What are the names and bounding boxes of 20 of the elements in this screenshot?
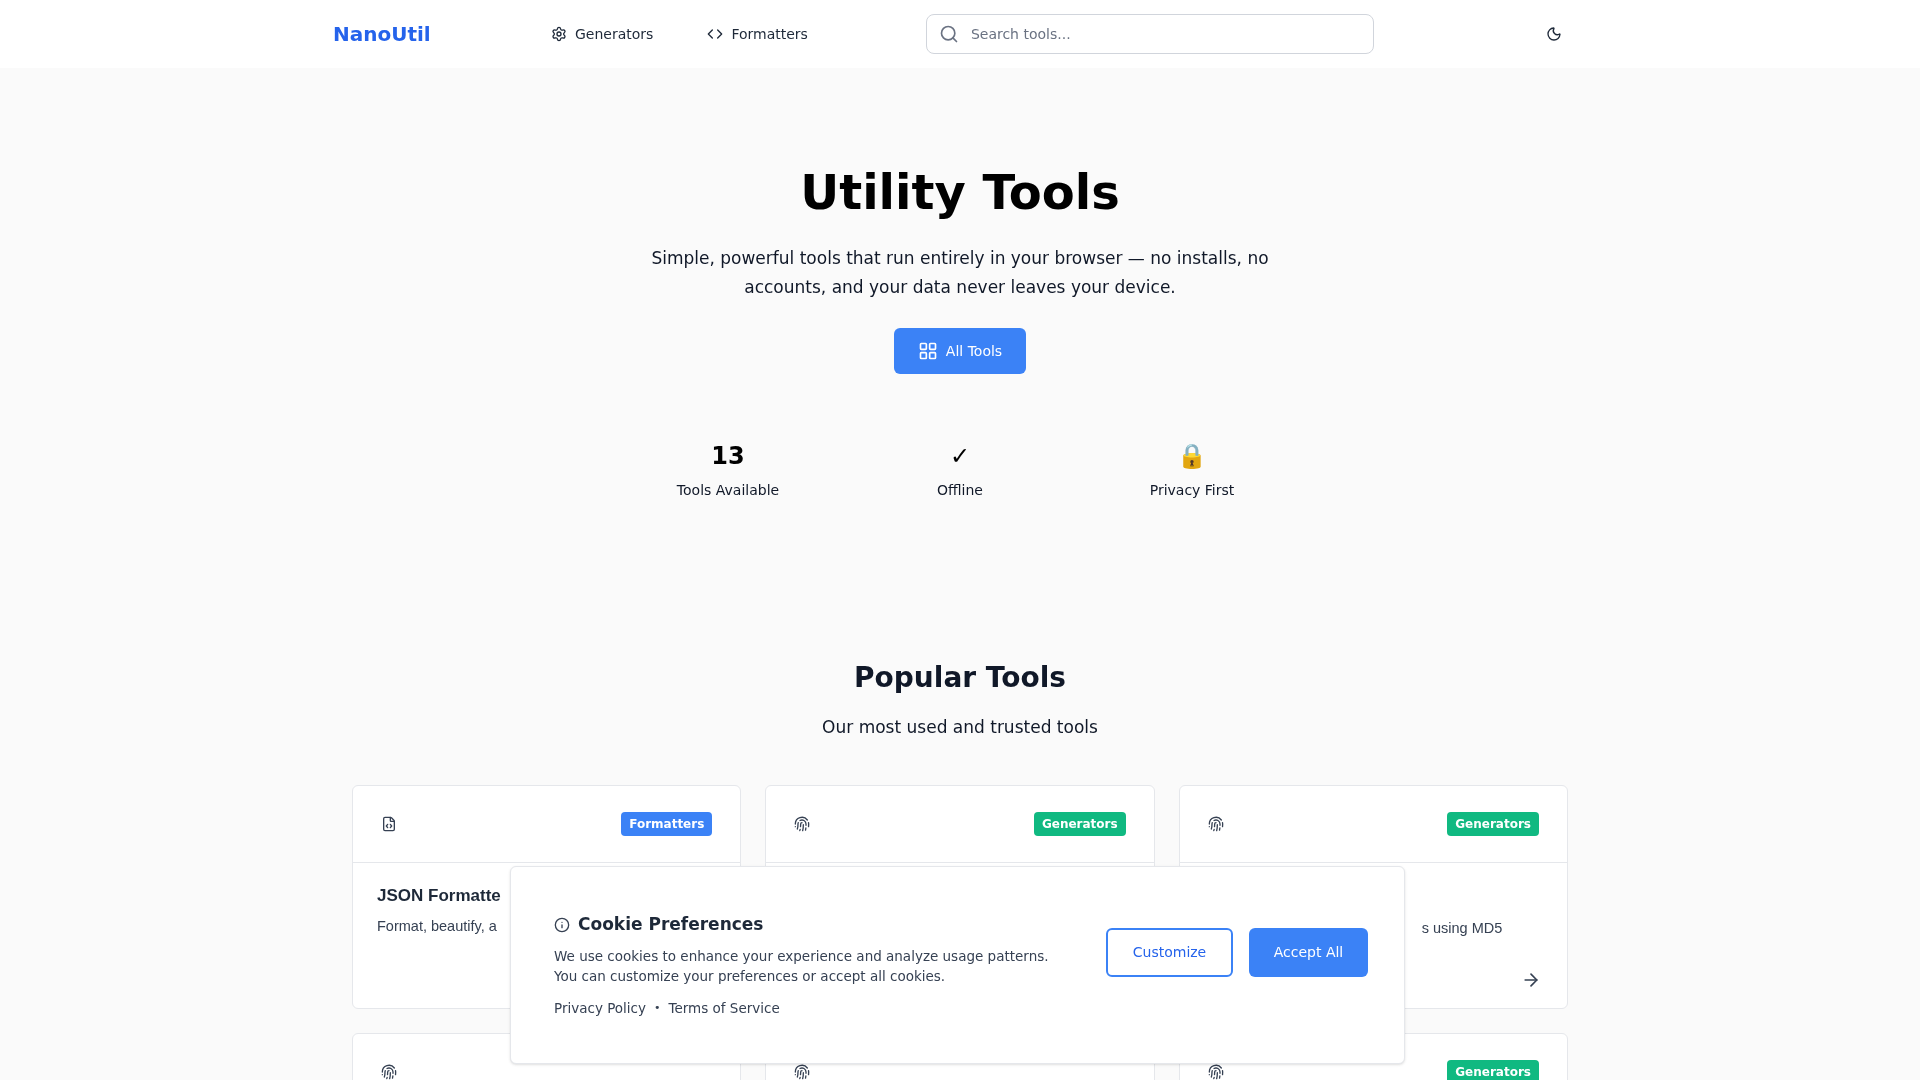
stat-value: 13 (711, 441, 745, 472)
banner-text: We use cookies to enhance your experience and analyze usage patterns. You can customize your preferences or accept all cookies. (554, 946, 1050, 986)
stat-value: ✓ (949, 441, 971, 472)
category-badge: Generators (1447, 811, 1539, 836)
card-title: JSON Formatte (377, 884, 501, 907)
stat-label: Privacy First (1149, 481, 1235, 500)
category-badge: Generators (1033, 811, 1126, 836)
category-badge: Formatters (621, 811, 713, 836)
card-description: s using MD5 (1421, 918, 1503, 938)
banner-title: Cookie Preferences (578, 913, 764, 937)
section-subtitle: Our most used and trusted tools (822, 716, 1098, 739)
stat-label: Offline (937, 481, 983, 500)
lock-icon: 🔒 (1177, 440, 1207, 472)
category-badge: Generators (1447, 1059, 1539, 1080)
stat-label: Tools Available (676, 481, 780, 500)
separator-dot: • (654, 999, 661, 1016)
hero-title: Utility Tools (800, 163, 1120, 222)
section-title: Popular Tools (854, 660, 1066, 696)
card-description: Format, beautify, a (377, 917, 497, 936)
hero-subtitle: Simple, powerful tools that run entirely in your browser — no installs, no accounts, and your data never leaves your device. (650, 247, 1270, 299)
